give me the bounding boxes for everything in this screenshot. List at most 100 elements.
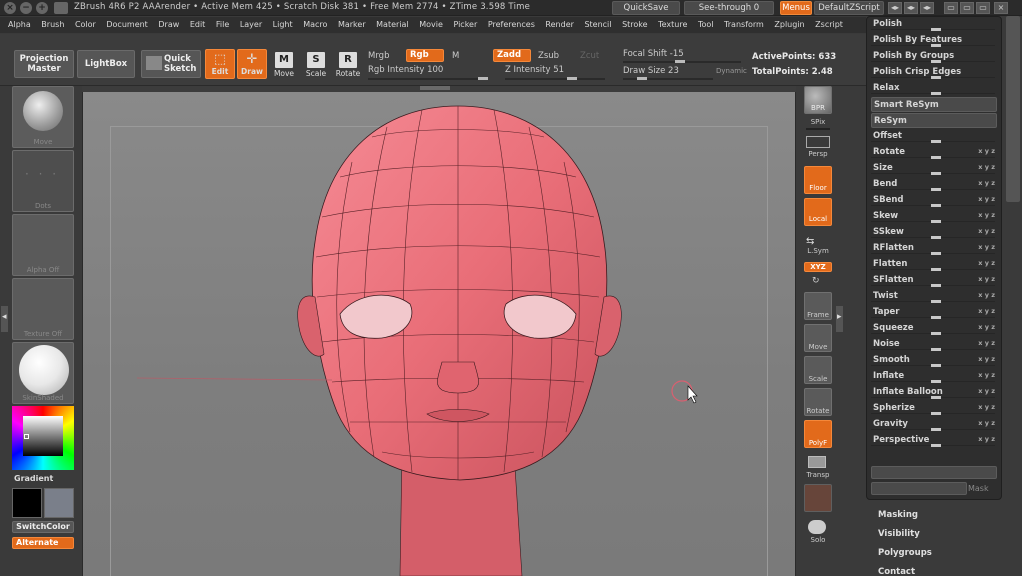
alternate-button[interactable]: Alternate (12, 537, 74, 549)
zcut-button[interactable]: Zcut (580, 51, 599, 61)
deformation-row[interactable]: ReSym (871, 113, 997, 128)
rgb-button[interactable]: Rgb (406, 49, 444, 62)
xyz-toggle[interactable]: x y z (978, 211, 995, 219)
edit-button[interactable]: ⬚ Edit (205, 49, 235, 79)
secondary-color-swatch[interactable] (44, 488, 74, 518)
slider-knob[interactable] (931, 348, 941, 351)
switch-color-button[interactable]: SwitchColor (12, 521, 74, 533)
head-model[interactable] (82, 92, 796, 576)
menu-texture[interactable]: Texture (658, 17, 687, 33)
deformation-row[interactable]: Polish (871, 17, 997, 32)
deformation-row[interactable]: Smooth x y z (871, 353, 997, 368)
focal-shift-track[interactable] (623, 60, 741, 63)
slider-knob[interactable] (931, 92, 941, 95)
xyz-toggle[interactable]: x y z (978, 243, 995, 251)
panel-field[interactable] (871, 482, 967, 495)
arrows-icon[interactable]: ◂▸ (904, 2, 918, 14)
xyz-button[interactable]: XYZ (804, 262, 832, 272)
window-icon[interactable]: ▭ (960, 2, 974, 14)
slider-knob[interactable] (931, 396, 941, 399)
draw-button[interactable]: ✛ Draw (237, 49, 267, 79)
xyz-toggle[interactable]: x y z (978, 307, 995, 315)
window-icon[interactable]: ▭ (976, 2, 990, 14)
xyz-toggle[interactable]: x y z (978, 387, 995, 395)
scale-button[interactable]: S Scale (301, 50, 331, 80)
deformation-row[interactable]: Inflate Balloon x y z (871, 385, 997, 400)
deformation-row[interactable]: Relax (871, 81, 997, 96)
slider-knob[interactable] (931, 188, 941, 191)
slider-knob[interactable] (478, 77, 488, 80)
focal-shift-slider[interactable]: Focal Shift -15 (623, 49, 684, 59)
slider-knob[interactable] (931, 172, 941, 175)
projection-master-button[interactable]: Projection Master (14, 50, 74, 78)
xyz-toggle[interactable]: x y z (978, 291, 995, 299)
quicksave-button[interactable]: QuickSave (612, 1, 680, 15)
right-scrollbar[interactable] (1004, 16, 1022, 576)
slider-knob[interactable] (931, 364, 941, 367)
saturation-square[interactable] (23, 416, 63, 456)
window-close-icon[interactable]: × (994, 2, 1008, 14)
deformation-row[interactable]: RFlatten x y z (871, 241, 997, 256)
xyz-toggle[interactable]: x y z (978, 163, 995, 171)
slider-knob[interactable] (931, 284, 941, 287)
xyz-toggle[interactable]: x y z (978, 259, 995, 267)
scroll-handle[interactable] (420, 86, 450, 90)
slider-knob[interactable] (931, 140, 941, 143)
menu-layer[interactable]: Layer (240, 17, 262, 33)
see-through-slider[interactable]: See-through 0 (684, 1, 774, 15)
mrgb-button[interactable]: Mrgb (368, 51, 389, 61)
z-intensity-track[interactable] (505, 77, 605, 80)
deformation-row[interactable]: SBend x y z (871, 193, 997, 208)
color-picker[interactable] (12, 406, 74, 470)
menu-zscript[interactable]: Zscript (815, 17, 843, 33)
rgb-intensity-slider[interactable]: Rgb Intensity 100 (368, 65, 443, 75)
menu-material[interactable]: Material (376, 17, 409, 33)
m-button[interactable]: M (452, 51, 459, 61)
deformation-row[interactable]: Spherize x y z (871, 401, 997, 416)
deformation-row[interactable]: Bend x y z (871, 177, 997, 192)
rotate-button[interactable]: R Rotate (333, 50, 363, 80)
slider-knob[interactable] (931, 300, 941, 303)
menu-transform[interactable]: Transform (724, 17, 764, 33)
slider-knob[interactable] (931, 428, 941, 431)
zadd-button[interactable]: Zadd (493, 49, 531, 62)
menu-document[interactable]: Document (106, 17, 147, 33)
menu-edit[interactable]: Edit (190, 17, 206, 33)
menu-picker[interactable]: Picker (453, 17, 477, 33)
slider-knob[interactable] (931, 316, 941, 319)
deformation-row[interactable]: Polish By Groups (871, 49, 997, 64)
slider-knob[interactable] (931, 156, 941, 159)
slider-knob[interactable] (931, 220, 941, 223)
spix-slider[interactable]: SPix (796, 118, 840, 126)
menu-brush[interactable]: Brush (41, 17, 64, 33)
xyz-toggle[interactable]: x y z (978, 371, 995, 379)
default-zscript-button[interactable]: DefaultZScript (814, 1, 884, 15)
contact-subpalette[interactable]: Contact (878, 567, 915, 576)
panel-field[interactable] (871, 466, 997, 479)
menu-tool[interactable]: Tool (698, 17, 714, 33)
menu-stencil[interactable]: Stencil (584, 17, 611, 33)
deformation-row[interactable]: Squeeze x y z (871, 321, 997, 336)
deformation-row[interactable]: Inflate x y z (871, 369, 997, 384)
deformation-row[interactable]: Polish By Features (871, 33, 997, 48)
deformation-row[interactable]: Skew x y z (871, 209, 997, 224)
deformation-row[interactable]: Gravity x y z (871, 417, 997, 432)
slider-knob[interactable] (931, 252, 941, 255)
slider-knob[interactable] (931, 332, 941, 335)
persp-icon[interactable] (806, 136, 830, 148)
move-button[interactable]: M Move (269, 50, 299, 80)
slider-knob[interactable] (931, 76, 941, 79)
color-cursor[interactable] (24, 434, 29, 439)
slider-knob[interactable] (637, 77, 647, 80)
slider-knob[interactable] (931, 236, 941, 239)
xyz-toggle[interactable]: x y z (978, 355, 995, 363)
polygroups-subpalette[interactable]: Polygroups (878, 548, 932, 558)
deformation-row[interactable]: Perspective x y z (871, 433, 997, 448)
draw-size-slider[interactable]: Draw Size 23 (623, 66, 679, 76)
slider-knob[interactable] (675, 60, 685, 63)
zsub-button[interactable]: Zsub (538, 51, 559, 61)
lsym-button[interactable]: L.Sym (796, 247, 840, 255)
visibility-subpalette[interactable]: Visibility (878, 529, 920, 539)
menu-zplugin[interactable]: Zplugin (774, 17, 804, 33)
slider-knob[interactable] (931, 412, 941, 415)
